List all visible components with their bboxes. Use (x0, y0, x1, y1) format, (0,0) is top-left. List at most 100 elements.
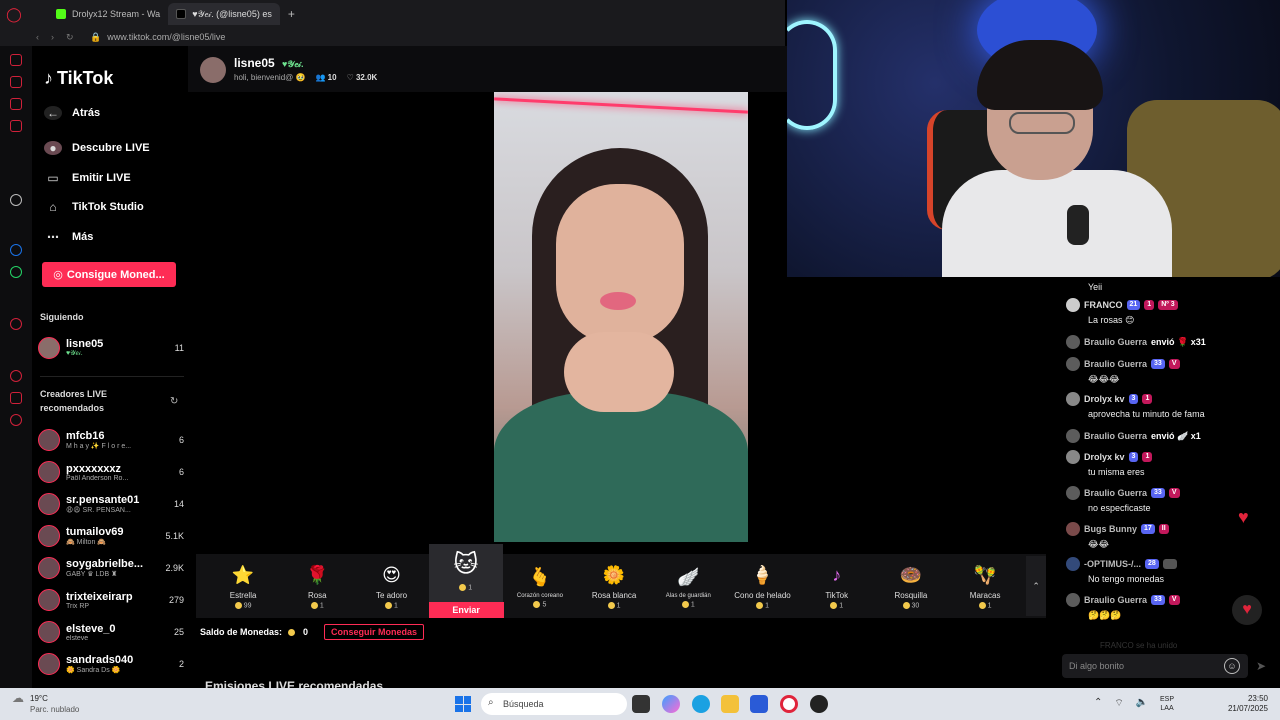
opera-messenger-icon[interactable] (10, 244, 22, 256)
opera-chatgpt-icon[interactable] (10, 194, 22, 206)
gift-tiktok[interactable]: ♪ TikTok 1 (800, 554, 874, 618)
chevron-up-icon[interactable]: ⌃ (1094, 697, 1102, 710)
gift-cost: 1 (310, 602, 324, 610)
recommended-creator[interactable]: sandrads040 🌼 Sandra Ds 🌼 2 (38, 650, 184, 678)
home-icon: ⌂ (49, 200, 57, 214)
opera-bookmarks-icon[interactable] (10, 98, 22, 110)
chat-user[interactable]: Braulio Guerra (1084, 431, 1147, 441)
opera-news-icon[interactable] (10, 120, 22, 132)
chat-text: aprovecha tu minuto de fama (1088, 409, 1205, 419)
gift-cono-de-helado[interactable]: 🍦 Cono de helado 1 (725, 554, 799, 618)
recommended-creator[interactable]: trixteixeirarp Trix RP 279 (38, 586, 184, 614)
live-video[interactable] (494, 92, 748, 542)
opera-player-icon[interactable] (10, 318, 22, 330)
taskbar-search[interactable]: ⌕ Búsqueda (481, 693, 627, 715)
opera-history-icon[interactable] (10, 370, 22, 382)
weather-widget[interactable]: ☁ 19°C Parc. nublado (12, 692, 79, 715)
recommended-creator[interactable]: soygabrielbe... GABY ♛ LDB ♜ 2.9K (38, 554, 184, 582)
gift-rosa-blanca[interactable]: 🌼 Rosa blanca 1 (577, 554, 651, 618)
nav-tiktok-studio[interactable]: ⌂ TikTok Studio (44, 200, 143, 214)
buy-coins-button[interactable]: Conseguir Monedas (324, 624, 425, 640)
app-taskbar-icon[interactable] (810, 695, 828, 713)
chat-user[interactable]: Braulio Guerra (1084, 359, 1147, 369)
like-heart-button[interactable]: ♥ (1232, 595, 1262, 625)
opera-settings-icon[interactable] (10, 414, 22, 426)
gift-estrella[interactable]: ⭐ Estrella 99 (206, 554, 280, 618)
expand-gifts-chevron-icon[interactable]: ⌃ (1026, 556, 1047, 616)
chat-input[interactable]: Di algo bonito (1062, 654, 1248, 678)
back-arrow-icon[interactable]: ‹ (36, 32, 39, 43)
gift-rosquilla[interactable]: 🍩 Rosquilla 30 (874, 554, 948, 618)
opera-pinboard-icon[interactable] (10, 392, 22, 404)
gift-rosa[interactable]: 🌹 Rosa 1 (280, 554, 354, 618)
refresh-icon[interactable]: ↻ (170, 396, 178, 407)
start-button[interactable] (455, 696, 471, 712)
emoji-icon[interactable]: ☺ (1224, 658, 1240, 674)
host-name-row[interactable]: lisne05 ♥𝒴𝑒𝒾. (234, 56, 304, 70)
volume-icon[interactable]: 🔈 (1136, 697, 1148, 710)
browser-tab-2[interactable]: ♥𝒴𝑒𝒾. (@lisne05) es (168, 3, 280, 25)
back-link[interactable]: ← Atrás (44, 106, 100, 120)
gift-alas-de-guardian[interactable]: 🪽 Alas de guardián 1 (651, 554, 725, 618)
recommended-creator[interactable]: mfcb16 M h a y ✨ F l o r e... 6 (38, 426, 184, 454)
cam-glasses (1009, 112, 1075, 134)
chat-user[interactable]: Braulio Guerra (1084, 595, 1147, 605)
gift-name: Rosa blanca (591, 591, 637, 601)
edge-icon[interactable] (692, 695, 710, 713)
following-item[interactable]: lisne05 ♥𝒴𝑒𝒾. 11 (38, 334, 184, 362)
chat-user[interactable]: Bugs Bunny (1084, 524, 1137, 534)
creator-sub: 😩😩 SR. PENSAN... (66, 507, 131, 514)
gift-selected[interactable]: 🐱 1 Enviar (428, 544, 504, 618)
chat-user[interactable]: FRANCO (1084, 300, 1123, 310)
opera-whatsapp-icon[interactable] (10, 266, 22, 278)
recommended-creator[interactable]: sr.pensante01 😩😩 SR. PENSAN... 14 (38, 490, 184, 518)
url-field[interactable]: www.tiktok.com/@lisne05/live (107, 32, 225, 42)
nav-discover-live[interactable]: ● Descubre LIVE (44, 141, 150, 155)
gift-bar: ⭐ Estrella 99 🌹 Rosa 1 😍 Te adoro 1 🐱 1 … (196, 544, 1047, 618)
clock[interactable]: 23:50 21/07/2025 (1226, 694, 1268, 714)
opera-logo-icon[interactable]: ◯ (0, 0, 28, 28)
recommended-creator[interactable]: pxxxxxxxz Paöl Anderson Ro... 6 (38, 458, 184, 486)
file-explorer-icon[interactable] (721, 695, 739, 713)
gift-corazon-coreano[interactable]: 🫰 Corazón coreano 5 (503, 554, 577, 618)
wings-gift-icon: 🪽 (677, 566, 700, 587)
reload-icon[interactable]: ↻ (66, 32, 74, 43)
chat-user[interactable]: Braulio Guerra (1084, 488, 1147, 498)
tab-2-title: ♥𝒴𝑒𝒾. (@lisne05) es (192, 8, 272, 19)
recommended-creator[interactable]: elsteve_0 elsteve 25 (38, 618, 184, 646)
task-view-icon[interactable] (632, 695, 650, 713)
recommended-creator[interactable]: tumailov69 🙈 Milton 🙈 5.1K (38, 522, 184, 550)
likes-stat: ♡ 32.0K (347, 73, 378, 82)
host-name: lisne05 (234, 56, 275, 70)
lang-top: ESP (1160, 696, 1175, 703)
host-avatar[interactable] (200, 57, 226, 83)
gift-te-adoro[interactable]: 😍 Te adoro 1 (354, 554, 428, 618)
opera-aria-icon[interactable] (10, 54, 22, 66)
tiktok-logo[interactable]: ♪ TikTok (44, 68, 113, 89)
send-message-icon[interactable]: ➤ (1256, 659, 1266, 673)
star-gift-icon: ⭐ (231, 565, 255, 586)
forward-arrow-icon[interactable]: › (51, 32, 54, 43)
chat-user[interactable]: Braulio Guerra (1084, 337, 1147, 347)
opera-sidebar (0, 46, 32, 688)
get-coins-button[interactable]: ◎ Consigue Moned... (42, 262, 176, 287)
opera-taskbar-icon[interactable] (780, 695, 798, 713)
gift-maracas[interactable]: 🪇 Maracas 1 (948, 554, 1022, 618)
level-badge: 17 (1141, 524, 1155, 534)
opera-speed-dial-icon[interactable] (10, 76, 22, 88)
send-gift-button[interactable]: Enviar (428, 602, 504, 618)
fan-badge: V (1168, 359, 1180, 369)
browser-tab-1[interactable]: Drolyx12 Stream - Wa (48, 3, 168, 25)
network-icon[interactable]: ⌔ (1114, 697, 1123, 710)
chat-user[interactable]: Drolyx kv (1084, 394, 1125, 404)
chat-user[interactable]: -OPTIMUS-/... (1084, 559, 1141, 569)
new-tab-button[interactable]: + (280, 7, 303, 21)
language-indicator[interactable]: ESP LAA (1160, 695, 1174, 713)
nav-more[interactable]: ⋯ Más (44, 230, 93, 244)
heart-eyes-gift-icon: 😍 (382, 565, 401, 586)
copilot-icon[interactable] (662, 695, 680, 713)
chat-user[interactable]: Drolyx kv (1084, 452, 1125, 462)
creator-sub: elsteve (66, 634, 89, 642)
nav-go-live[interactable]: ▭ Emitir LIVE (44, 171, 130, 185)
store-icon[interactable] (750, 695, 768, 713)
